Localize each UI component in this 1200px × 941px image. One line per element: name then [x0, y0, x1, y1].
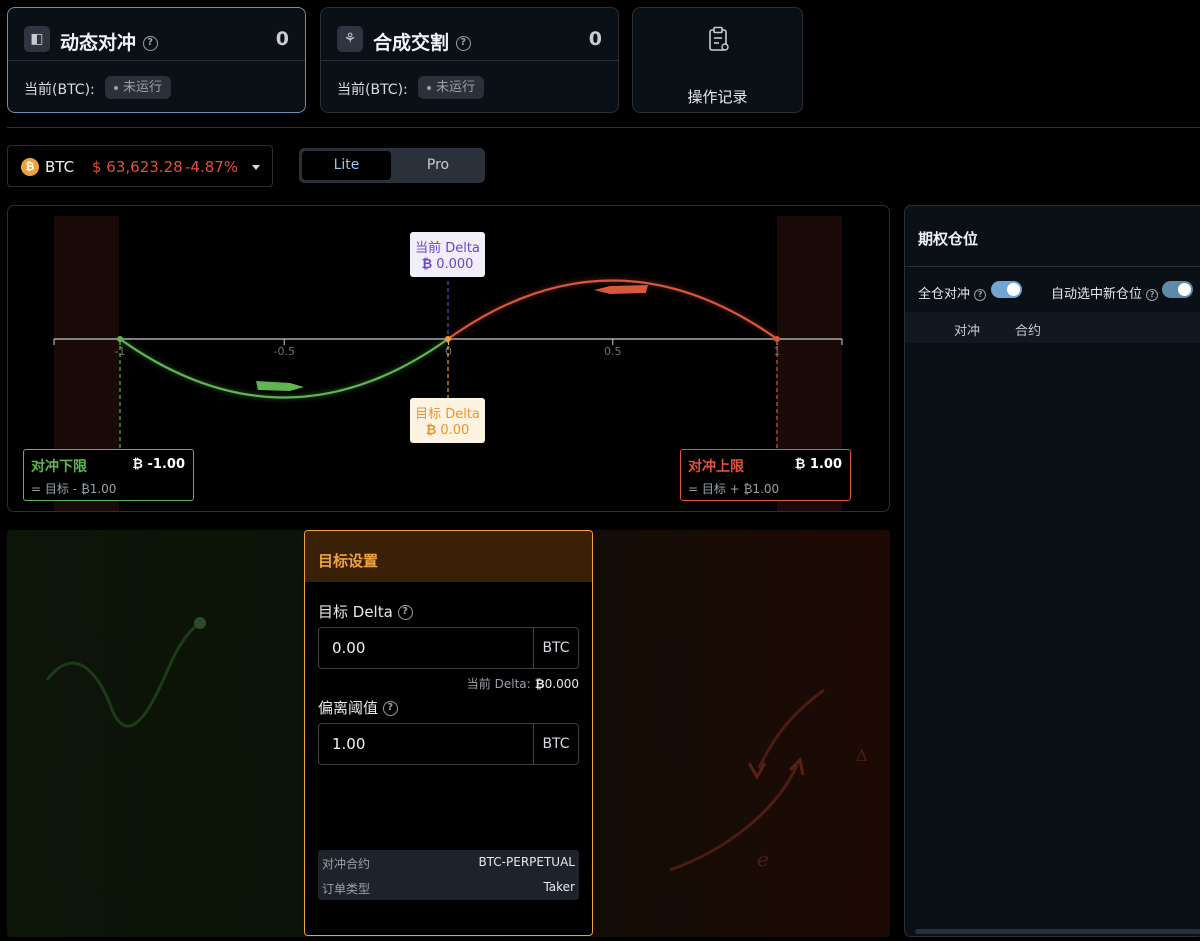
lower-point — [117, 336, 123, 342]
strategy-card-dynamic-hedge[interactable]: ◧ 动态对冲 ? 0 当前(BTC): 未运行 — [7, 7, 306, 113]
clipboard-icon — [709, 26, 729, 51]
positions-panel: 期权仓位 全仓对冲 ? 自动选中新仓位 ? 对冲 合约 — [904, 205, 1200, 937]
help-icon[interactable]: ? — [142, 36, 158, 51]
full-hedge-label: 全仓对冲 ? — [918, 283, 987, 302]
threshold-field-label: 偏离阈值 ? — [318, 697, 398, 718]
lower-limit-box: 对冲下限 ₿ -1.00 = 目标 - ₿1.00 — [23, 449, 194, 501]
chevron-down-icon — [252, 165, 260, 170]
order-type-key: 订单类型 — [322, 882, 371, 896]
green-arrow-icon — [256, 381, 304, 391]
unit-label: BTC — [533, 724, 578, 764]
order-type-value: Taker — [543, 880, 575, 894]
target-delta-input-group: BTC — [318, 627, 579, 669]
upper-point — [774, 336, 780, 342]
full-hedge-toggle[interactable] — [991, 281, 1022, 298]
tab-lite[interactable]: Lite — [302, 151, 391, 180]
threshold-input-group: BTC — [318, 723, 579, 765]
auto-select-toggle[interactable] — [1162, 281, 1193, 298]
current-delta-tag: 当前 Delta ₿ 0.000 — [410, 232, 485, 277]
strategy-title: 动态对冲 ? — [60, 28, 158, 55]
current-delta-label: 当前 Delta — [415, 241, 480, 256]
strategy-card-synthetic-delivery[interactable]: ⚘ 合成交割 ? 0 当前(BTC): 未运行 — [320, 7, 619, 113]
delta-chart-panel: -1 -0.5 0 0.5 1 当前 Delta ₿ 0.000 目标 Delta ₿ 0.… — [7, 205, 890, 512]
column-hedge[interactable]: 对冲 — [954, 320, 980, 339]
synthetic-strategy-icon: ⚘ — [337, 26, 363, 52]
operation-records-button[interactable]: 操作记录 — [632, 7, 803, 113]
positions-table-header: 对冲 合约 — [905, 312, 1200, 343]
target-delta-value: ₿ 0.00 — [425, 423, 470, 438]
delta-symbol: Δ — [856, 746, 868, 765]
horizontal-scrollbar[interactable] — [915, 929, 1200, 934]
top-divider — [7, 127, 1200, 128]
help-icon[interactable]: ? — [1146, 288, 1159, 301]
upper-limit-value: ₿ 1.00 — [794, 457, 842, 472]
lower-limit-formula: = 目标 - ₿1.00 — [31, 482, 117, 496]
status-badge: 未运行 — [105, 76, 172, 99]
help-icon[interactable]: ? — [974, 288, 987, 301]
target-settings-panel: 目标设置 目标 Delta ? BTC 当前 Delta: ₿0.000 偏离阈… — [304, 530, 593, 936]
upper-limit-title: 对冲上限 — [688, 459, 744, 475]
target-delta-input[interactable] — [319, 628, 533, 668]
hedge-strategy-icon: ◧ — [24, 26, 50, 52]
divider — [321, 60, 618, 61]
info-box: 对冲合约 BTC-PERPETUAL 订单类型 Taker — [318, 850, 579, 900]
current-label: 当前(BTC): — [337, 82, 408, 98]
asset-symbol: BTC — [45, 158, 75, 176]
target-delta-label: 目标 Delta — [415, 407, 480, 422]
tab-pro[interactable]: Pro — [394, 151, 482, 180]
btc-coin-icon: ₿ — [21, 158, 39, 176]
help-icon[interactable]: ? — [455, 36, 471, 51]
hedge-contract-key: 对冲合约 — [322, 857, 371, 871]
origin-point — [445, 336, 451, 342]
current-delta-hint: 当前 Delta: ₿0.000 — [466, 677, 579, 691]
lower-limit-value: ₿ -1.00 — [132, 457, 185, 472]
red-arrow-icon — [594, 285, 648, 294]
target-delta-field-label: 目标 Delta ? — [318, 601, 413, 622]
auto-select-label: 自动选中新仓位 ? — [1051, 283, 1159, 302]
strategy-count: 0 — [588, 28, 602, 50]
mode-toggle: Lite Pro — [299, 148, 485, 183]
divider — [8, 60, 305, 61]
asset-price: $ 63,623.28 — [92, 158, 183, 176]
current-label: 当前(BTC): — [24, 82, 95, 98]
asset-selector[interactable]: ₿ BTC $ 63,623.28 -4.87% — [7, 145, 273, 187]
positions-title: 期权仓位 — [918, 230, 979, 248]
help-icon[interactable]: ? — [382, 701, 398, 716]
records-label: 操作记录 — [687, 88, 748, 106]
upper-limit-box: 对冲上限 ₿ 1.00 = 目标 + ₿1.00 — [680, 449, 851, 501]
help-icon[interactable]: ? — [397, 605, 413, 620]
x-tick-label: 0.5 — [604, 345, 622, 358]
upper-limit-formula: = 目标 + ₿1.00 — [688, 482, 780, 496]
divider — [905, 266, 1200, 267]
threshold-input[interactable] — [319, 724, 533, 764]
unit-label: BTC — [533, 628, 578, 668]
settings-header: 目标设置 — [305, 531, 592, 582]
strategy-title: 合成交割 ? — [373, 28, 471, 55]
hedge-contract-value: BTC-PERPETUAL — [478, 855, 575, 869]
x-tick-label: -0.5 — [274, 345, 295, 358]
current-delta-value: ₿ 0.000 — [421, 257, 474, 272]
settings-title: 目标设置 — [318, 552, 379, 570]
strategy-count: 0 — [275, 28, 289, 50]
lower-limit-title: 对冲下限 — [31, 459, 87, 475]
asset-change: -4.87% — [185, 158, 239, 176]
e-symbol: e — [757, 847, 769, 871]
target-delta-tag: 目标 Delta ₿ 0.00 — [410, 398, 485, 443]
column-contract[interactable]: 合约 — [1015, 320, 1041, 339]
status-badge: 未运行 — [418, 76, 485, 99]
